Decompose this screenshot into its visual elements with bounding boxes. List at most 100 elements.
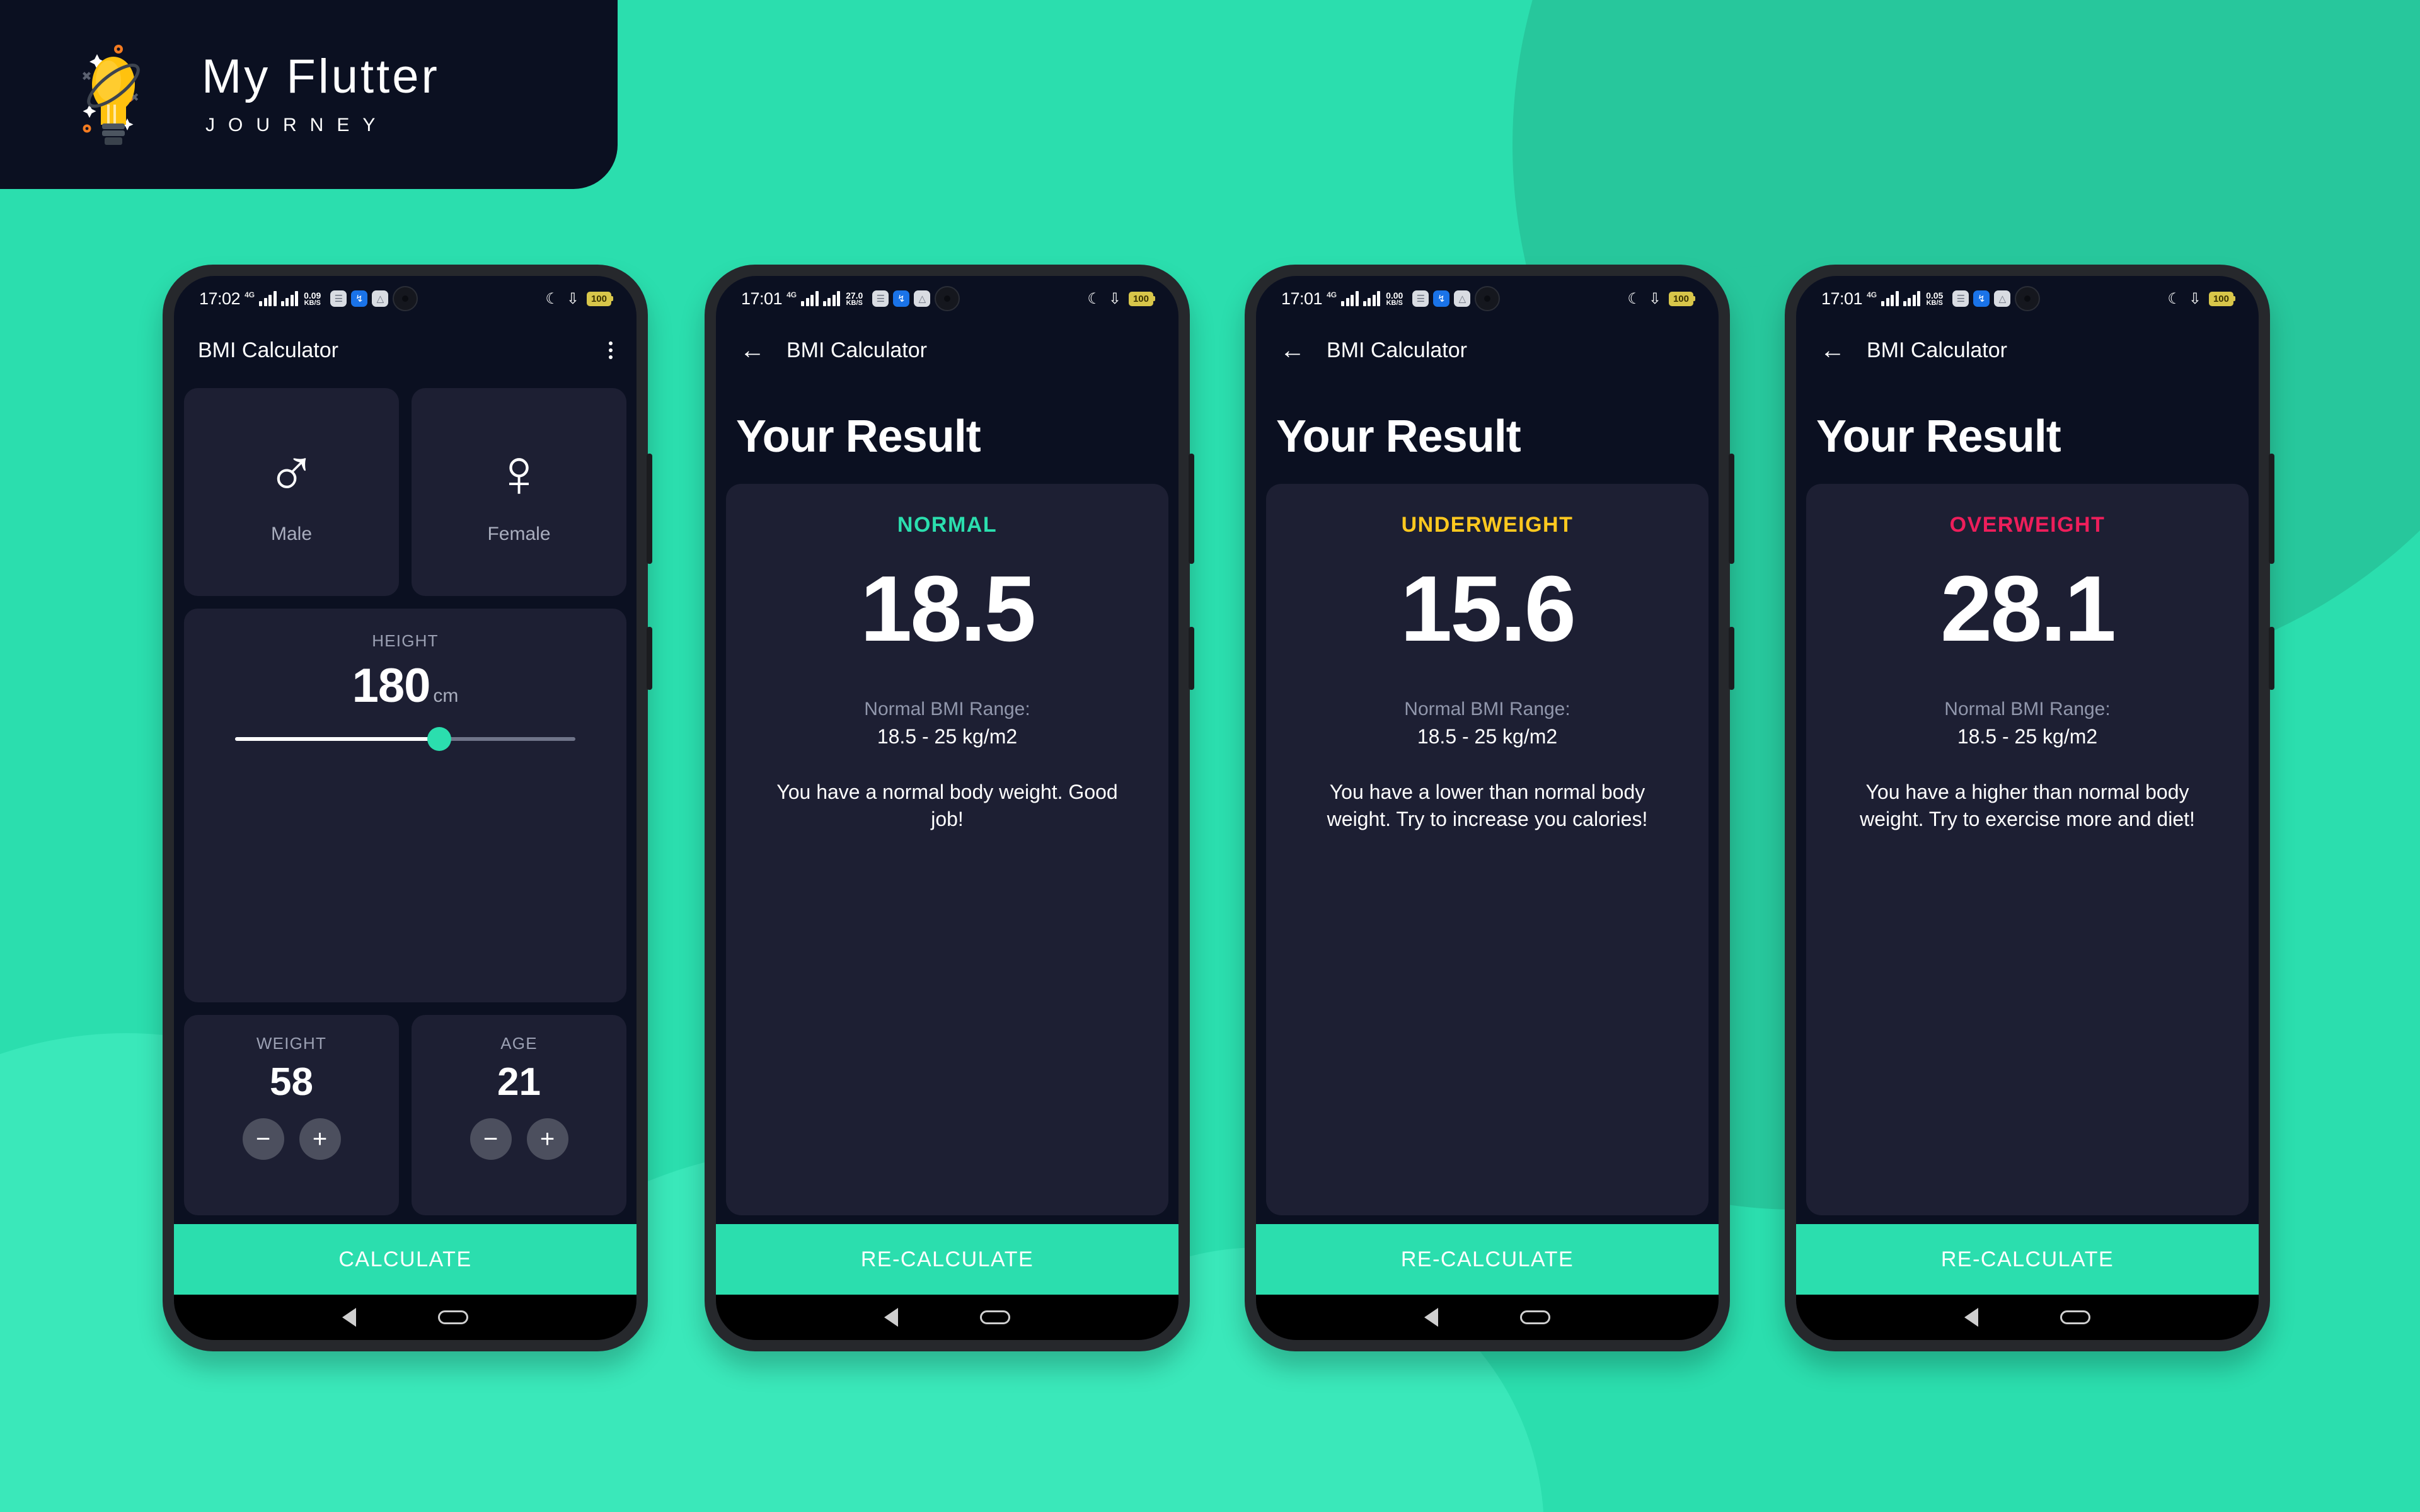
phone-screen-1: 17:02 4G 0.09 KB/S ☰ ↯ △ ☾ ⇩ 100 BMI Cal… [174,276,637,1340]
nav-home-pill-icon[interactable] [2060,1310,2090,1324]
recalculate-button[interactable]: RE-CALCULATE [1796,1224,2259,1295]
age-increment-button[interactable]: + [526,1118,568,1160]
android-nav-bar [1796,1295,2259,1340]
bmi-description: You have a lower than normal body weight… [1327,780,1648,831]
gender-row: ♂ Male ♀ Female [184,388,626,596]
network-type-label: 4G [245,290,255,299]
height-value: 180 [352,659,431,713]
nav-back-triangle-icon[interactable] [884,1308,898,1327]
phone-screen-4: 17:01 4G 0.05 KB/S ☰ ↯ △ ☾ ⇩ 100 ← BMI C… [1796,276,2259,1340]
volume-button[interactable] [1189,454,1194,564]
nav-back-triangle-icon[interactable] [1964,1308,1978,1327]
status-time: 17:01 [1821,289,1863,308]
recalculate-button[interactable]: RE-CALCULATE [716,1224,1178,1295]
lightbulb-orbit-icon [76,37,176,156]
height-slider-thumb[interactable] [427,727,451,751]
page-title: Your Result [736,411,981,462]
page-title: Your Result [1816,411,2061,462]
phone-mockup-1: 17:02 4G 0.09 KB/S ☰ ↯ △ ☾ ⇩ 100 BMI Cal… [163,265,652,1351]
weight-value: 58 [270,1060,313,1104]
stack-icon: ☰ [872,290,889,307]
nav-back-triangle-icon[interactable] [342,1308,356,1327]
age-label: AGE [500,1034,538,1053]
bmi-value: 15.6 [1400,557,1576,661]
height-unit: cm [433,685,459,706]
signal-bars-icon-2 [1903,291,1921,306]
nav-home-pill-icon[interactable] [980,1310,1010,1324]
status-bar: 17:01 4G 0.05 KB/S ☰ ↯ △ ☾ ⇩ 100 [1796,276,2259,321]
weight-steppers: − + [242,1118,341,1160]
brand-title: My Flutter [202,50,440,103]
app-bar: ← BMI Calculator [1256,321,1719,379]
nav-back-triangle-icon[interactable] [1424,1308,1438,1327]
status-app-icons: ☰ ↯ △ [1952,290,2011,307]
power-button[interactable] [1189,627,1194,690]
gender-card-female[interactable]: ♀ Female [412,388,626,596]
power-button[interactable] [1729,627,1734,690]
gender-label-male: Male [270,524,313,544]
data-rate: 0.05 KB/S [1926,291,1943,307]
arrow-left-icon[interactable]: ← [1280,338,1305,363]
bmi-range-label: Normal BMI Range: [1944,698,2111,719]
signal-bars-icon-2 [1363,291,1381,306]
volume-button[interactable] [647,454,652,564]
nav-home-pill-icon[interactable] [438,1310,468,1324]
usb-icon: ↯ [351,290,368,307]
app-title: BMI Calculator [1327,338,1467,362]
android-nav-bar [174,1295,637,1340]
share-icon: △ [372,290,389,307]
status-time: 17:01 [1281,289,1323,308]
battery-icon: 100 [1668,291,1693,306]
height-label: HEIGHT [372,631,439,650]
power-button[interactable] [2269,627,2274,690]
status-app-icons: ☰ ↯ △ [872,290,931,307]
status-time: 17:02 [199,289,241,308]
phone-mockup-3: 17:01 4G 0.00 KB/S ☰ ↯ △ ☾ ⇩ 100 ← BMI C… [1245,265,1734,1351]
height-slider[interactable] [235,727,575,751]
weight-age-row: WEIGHT 58 − + AGE 21 − + [184,1015,626,1215]
calculate-button[interactable]: CALCULATE [174,1224,637,1295]
volume-button[interactable] [2269,454,2274,564]
battery-icon: 100 [2208,291,2233,306]
usb-icon: ↯ [1433,290,1450,307]
overflow-menu-icon[interactable] [609,341,613,359]
bmi-range-label: Normal BMI Range: [864,698,1030,719]
height-slider-fill [235,737,439,741]
moon-icon: ☾ [1627,290,1641,307]
app-title: BMI Calculator [1867,338,2007,362]
moon-icon: ☾ [2167,290,2181,307]
arrow-left-icon[interactable]: ← [740,338,765,363]
arrow-left-icon[interactable]: ← [1820,338,1845,363]
gender-card-male[interactable]: ♂ Male [184,388,399,596]
network-type-label: 4G [1867,290,1877,299]
status-badge: OVERWEIGHT [1949,513,2106,537]
age-steppers: − + [470,1118,568,1160]
bmi-range-label: Normal BMI Range: [1404,698,1570,719]
nav-home-pill-icon[interactable] [1520,1310,1550,1324]
weight-label: WEIGHT [256,1034,327,1053]
weight-increment-button[interactable]: + [299,1118,341,1160]
data-rate: 0.00 KB/S [1386,291,1403,307]
network-type-label: 4G [786,290,797,299]
weight-decrement-button[interactable]: − [242,1118,284,1160]
bmi-range-value: 18.5 - 25 kg/m2 [877,724,1018,748]
moon-icon: ☾ [1087,290,1101,307]
front-camera-icon [393,286,418,311]
bluetooth-icon: ⇩ [2188,290,2201,307]
phone-mockup-4: 17:01 4G 0.05 KB/S ☰ ↯ △ ☾ ⇩ 100 ← BMI C… [1785,265,2274,1351]
volume-button[interactable] [1729,454,1734,564]
height-card[interactable]: HEIGHT 180 cm [184,609,626,1002]
data-rate-unit: KB/S [1386,299,1403,307]
status-bar: 17:01 4G 27.0 KB/S ☰ ↯ △ ☾ ⇩ 100 [716,276,1178,321]
recalculate-button[interactable]: RE-CALCULATE [1256,1224,1719,1295]
brand-banner: My Flutter JOURNEY [0,0,618,189]
status-app-icons: ☰ ↯ △ [1412,290,1471,307]
signal-bars-icon-1 [801,291,819,306]
bmi-description: You have a normal body weight. Good job! [776,780,1118,831]
battery-icon: 100 [1128,291,1153,306]
app-bar: ← BMI Calculator [1796,321,2259,379]
age-decrement-button[interactable]: − [470,1118,512,1160]
result-card: OVERWEIGHT 28.1 Normal BMI Range: 18.5 -… [1806,484,2249,1215]
android-nav-bar [1256,1295,1719,1340]
power-button[interactable] [647,627,652,690]
